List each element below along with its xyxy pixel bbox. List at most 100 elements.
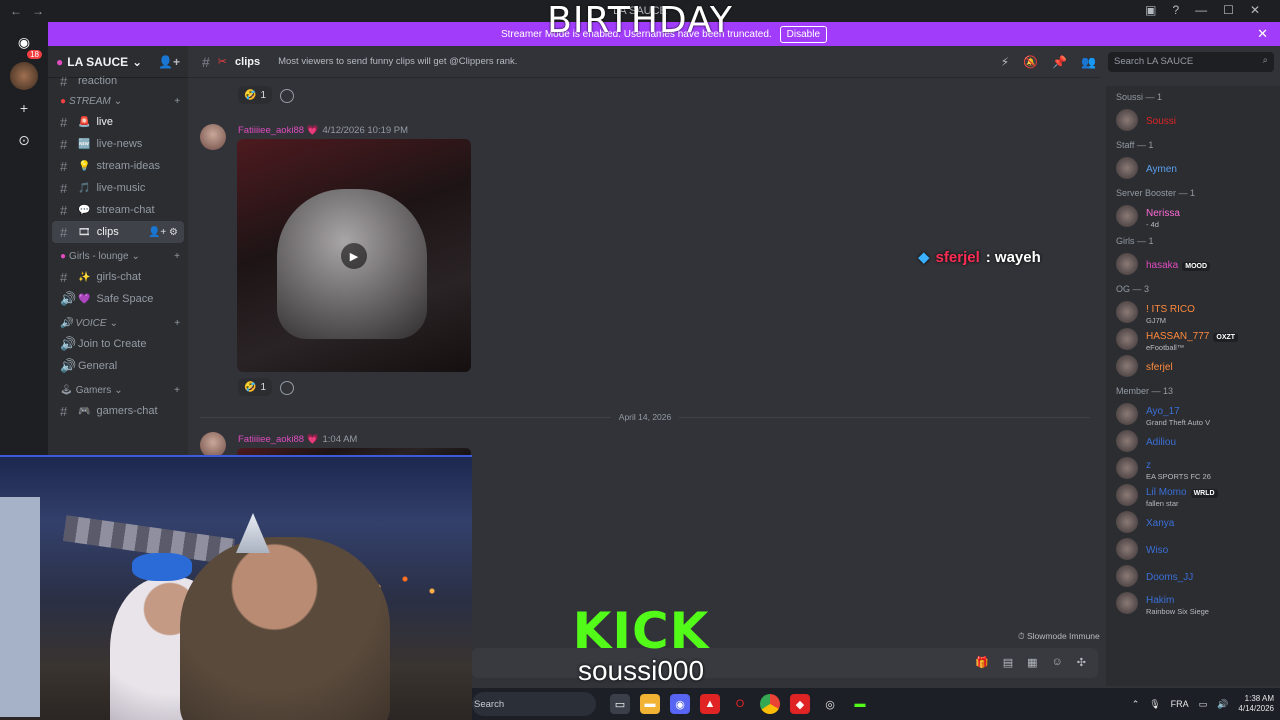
member-item[interactable]: Aymen — [1110, 155, 1276, 181]
member-name: Nerissa — [1146, 208, 1180, 220]
help-icon[interactable]: ? — [1172, 3, 1179, 17]
network-icon[interactable]: ▭ — [1199, 699, 1208, 710]
notifications-icon[interactable]: 🔕 — [1023, 55, 1038, 69]
disable-button[interactable]: Disable — [779, 25, 828, 43]
close-window-icon[interactable]: ✕ — [1250, 3, 1260, 17]
category-voice[interactable]: 🔊 VOICE ⌄ + — [48, 310, 188, 333]
minimize-icon[interactable]: — — [1195, 3, 1207, 17]
member-item[interactable]: Ayo_17 Grand Theft Auto V — [1110, 401, 1276, 427]
task-view-icon[interactable]: ▭ — [610, 694, 630, 714]
video-attachment[interactable]: ▶ — [237, 139, 471, 372]
member-list: Soussi — 1 Soussi Staff — 1 Aymen Server Boo… — [1106, 86, 1280, 686]
member-item[interactable]: HASSAN_777 OXZT eFootball™ — [1110, 326, 1276, 352]
member-item[interactable]: Xanya — [1110, 509, 1276, 535]
member-item[interactable]: hasaka MOOD — [1110, 251, 1276, 277]
add-reaction-icon[interactable] — [280, 381, 294, 395]
hash-icon: # — [60, 202, 68, 218]
channel-settings-icon[interactable]: 👤+ ⚙ — [148, 227, 178, 238]
message-author[interactable]: Fatiiiiee_aoki88 💗 1:04 AM — [238, 434, 357, 445]
message-author[interactable]: Fatiiiiee_aoki88 💗 4/12/2026 10:19 PM — [238, 125, 408, 136]
sticker-icon[interactable]: ▦ — [1027, 656, 1037, 669]
inbox-icon[interactable]: ▣ — [1145, 3, 1156, 17]
channel-title: clips — [235, 55, 261, 68]
channel-clips[interactable]: # 🎞 clips 👤+ ⚙ — [52, 221, 184, 243]
play-icon[interactable]: ▶ — [341, 243, 367, 269]
maximize-icon[interactable]: ☐ — [1223, 3, 1234, 17]
add-channel-icon[interactable]: + — [174, 96, 180, 107]
add-channel-icon[interactable]: + — [174, 385, 180, 396]
member-item[interactable]: z EA SPORTS FC 26 — [1110, 455, 1276, 481]
gif-icon[interactable]: ▤ — [1003, 656, 1013, 669]
close-banner-icon[interactable]: ✕ — [1257, 26, 1268, 42]
reaction-pill[interactable]: 🤣 1 — [238, 378, 273, 396]
server-avatar[interactable] — [10, 62, 38, 90]
gift-icon[interactable]: 🎁 — [975, 656, 989, 669]
member-group-header: OG — 3 — [1116, 284, 1150, 294]
member-item[interactable]: ! ITS RICO GJ7M — [1110, 299, 1276, 325]
channel-gamers-chat[interactable]: # 🎮 gamers-chat — [52, 400, 184, 422]
app-red-icon[interactable]: ▲ — [700, 694, 720, 714]
language-indicator[interactable]: FRA — [1171, 699, 1189, 709]
microphone-icon[interactable]: 🎙 — [1149, 699, 1160, 710]
chevron-up-icon[interactable]: ⌃ — [1132, 699, 1140, 710]
slowmode-indicator: ⏱ Slowmode Immune — [1018, 631, 1100, 641]
member-item[interactable]: Lil Momo WRLD fallen star — [1110, 482, 1276, 508]
channel-live-news[interactable]: # 🆕 live-news — [52, 133, 184, 155]
channel-safe-space[interactable]: 🔊 💜 Safe Space — [52, 288, 184, 310]
category-stream[interactable]: ● STREAM ⌄ + — [48, 88, 188, 111]
party-hat — [236, 513, 270, 553]
steam-icon[interactable]: ◎ — [820, 694, 840, 714]
kick-app-icon[interactable]: ▬ — [850, 694, 870, 714]
channel-reaction[interactable]: # reaction — [52, 73, 184, 89]
member-item[interactable]: Hakim Rainbow Six Siege — [1110, 590, 1276, 616]
discord-icon[interactable]: ◉ — [670, 694, 690, 714]
clock[interactable]: 1:38 AM 4/14/2026 — [1238, 694, 1274, 713]
volume-icon[interactable]: 🔊 — [1217, 699, 1228, 710]
hash-icon: # — [60, 114, 68, 130]
discover-icon[interactable]: ⊙ — [10, 126, 38, 154]
add-server-icon[interactable]: + — [10, 94, 38, 122]
category-gamers[interactable]: 🕹 Gamers ⌄ + — [48, 377, 188, 400]
member-item[interactable]: Wiso — [1110, 536, 1276, 562]
member-item[interactable]: Dooms_JJ — [1110, 563, 1276, 589]
category-girls-lounge[interactable]: ● Girls - lounge ⌄ + — [48, 243, 188, 266]
emoji-icon[interactable]: ☺ — [1052, 656, 1063, 669]
channel-stream-chat[interactable]: # 💬 stream-chat — [52, 199, 184, 221]
add-channel-icon[interactable]: + — [174, 318, 180, 329]
unread-badge: 18 — [27, 50, 42, 59]
add-reaction-icon[interactable] — [280, 89, 294, 103]
threads-icon[interactable]: ⚡ — [1001, 55, 1009, 69]
opera-icon[interactable]: O — [730, 694, 750, 714]
search-input[interactable]: Search LA SAUCE ⌕ — [1108, 52, 1274, 72]
streaming-app-icon[interactable]: ◆ — [790, 694, 810, 714]
channel-live-music[interactable]: # 🎵 live-music — [52, 177, 184, 199]
channel-live[interactable]: # 🚨 live — [52, 111, 184, 133]
channel-stream-ideas[interactable]: # 💡 stream-ideas — [52, 155, 184, 177]
invite-icon[interactable]: 👤+ — [158, 55, 180, 69]
discord-home-icon[interactable]: ◉ 18 — [10, 28, 42, 59]
pinned-icon[interactable]: 📌 — [1052, 55, 1067, 69]
member-list-icon[interactable]: 👥 — [1081, 55, 1096, 69]
avatar — [1116, 484, 1138, 506]
file-explorer-icon[interactable]: ▬ — [640, 694, 660, 714]
hash-icon: # — [60, 73, 68, 89]
member-item[interactable]: sferjel — [1110, 353, 1276, 379]
window-controls: ▣ ? — ☐ ✕ — [1145, 3, 1260, 17]
member-name: z — [1146, 460, 1151, 472]
member-name: HASSAN_777 — [1146, 331, 1210, 343]
member-item[interactable]: Soussi — [1110, 107, 1276, 133]
member-item[interactable]: Adiliou — [1110, 428, 1276, 454]
title-bar: ← → LA SAUCE ▣ ? — ☐ ✕ — [0, 0, 1280, 22]
member-item[interactable]: Nerissa - 4d — [1110, 203, 1276, 229]
chrome-icon[interactable] — [760, 694, 780, 714]
voice-join-to-create[interactable]: 🔊 Join to Create — [52, 333, 184, 355]
reaction-pill[interactable]: 🤣 1 — [238, 86, 273, 104]
laugh-emoji-icon: 🤣 — [244, 89, 257, 101]
taskbar-search[interactable]: Search — [472, 692, 596, 716]
voice-general[interactable]: 🔊 General — [52, 355, 184, 377]
avatar[interactable] — [200, 124, 226, 150]
channel-topic[interactable]: Most viewers to send funny clips will ge… — [278, 56, 517, 67]
apps-icon[interactable]: ✣ — [1077, 656, 1086, 669]
channel-girls-chat[interactable]: # ✨ girls-chat — [52, 266, 184, 288]
add-channel-icon[interactable]: + — [174, 251, 180, 262]
